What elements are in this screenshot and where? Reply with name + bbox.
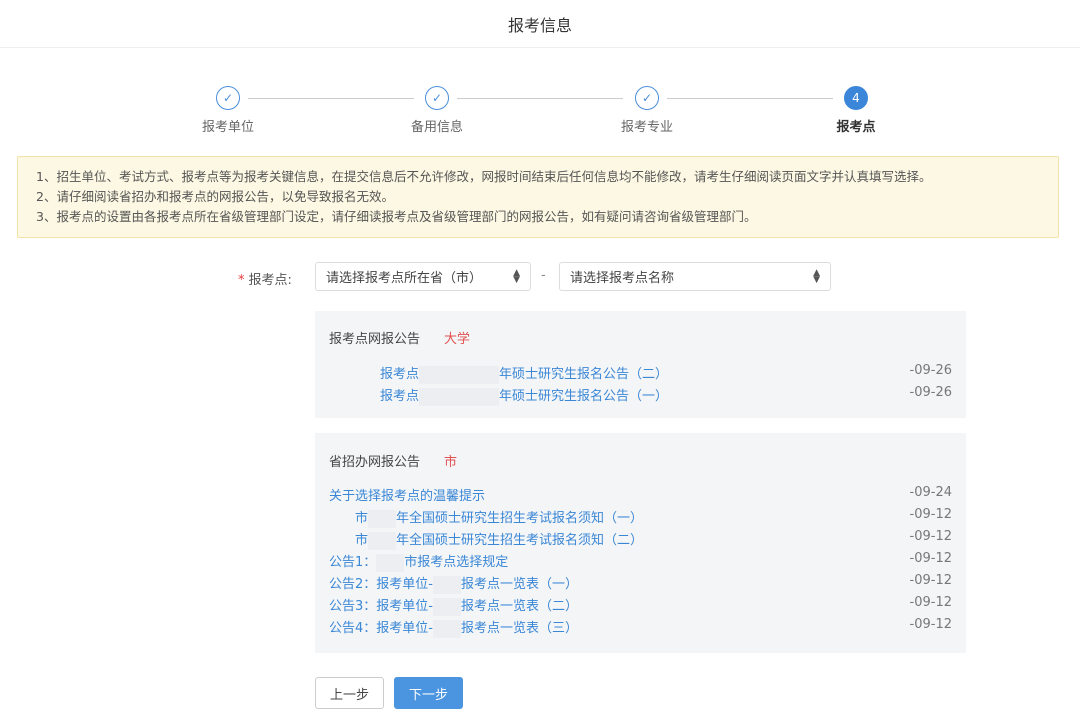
announcement-date: -09-26 <box>909 385 952 400</box>
announcement-date: -09-12 <box>909 617 952 632</box>
announcement-link[interactable]: 公告3：报考单位- 报考点一览表（二） <box>329 595 578 616</box>
announcement-link[interactable]: 公告4：报考单位- 报考点一览表（三） <box>329 617 578 638</box>
list-item: 公告4：报考单位- 报考点一览表（三） -09-12 <box>329 617 952 639</box>
announcement-date: -09-12 <box>909 595 952 610</box>
page-header: 报考信息 <box>0 0 1080 48</box>
announcement-link[interactable]: 市年全国硕士研究生招生考试报名须知（一） <box>355 507 643 528</box>
announcement-link[interactable]: 报考点 年硕士研究生报名公告（一） <box>380 385 668 406</box>
site-label: * 报考点: <box>238 269 292 288</box>
site-panel-highlight: 大学 <box>444 332 471 347</box>
notice-box: 1、招生单位、考试方式、报考点等为报考关键信息，在提交信息后不允许修改，网报时间… <box>17 156 1059 238</box>
check-icon: ✓ <box>216 86 240 110</box>
announcement-link[interactable]: 市年全国硕士研究生招生考试报名须知（二） <box>355 529 643 550</box>
select-separator: - <box>541 268 546 283</box>
province-select[interactable]: 请选择报考点所在省（市） ▲ ▼ <box>315 262 531 291</box>
list-item: 报考点 年硕士研究生报名公告（一） -09-26 <box>329 385 952 407</box>
list-item: 市年全国硕士研究生招生考试报名须知（二） -09-12 <box>329 529 952 551</box>
site-panel-title-text: 报考点网报公告 <box>329 332 421 347</box>
site-announcement-panel: 报考点网报公告 大学 报考点 年硕士研究生报名公告（二） -09-26 报考点 年硕士… <box>315 311 966 418</box>
step-label: 报考点 <box>836 120 876 135</box>
notice-line: 3、报考点的设置由各报考点所在省级管理部门设定，请仔细读报考点及省级管理部门的网… <box>36 209 757 224</box>
step-4: 4 报考点 <box>796 86 916 135</box>
notice-line: 1、招生单位、考试方式、报考点等为报考关键信息，在提交信息后不允许修改，网报时间… <box>36 169 932 184</box>
list-item: 公告1： 市报考点选择规定 -09-12 <box>329 551 952 573</box>
province-announcement-panel: 省招办网报公告 市 关于选择报考点的温馨提示 -09-24 市年全国硕士研究生招生… <box>315 433 966 653</box>
list-item: 报考点 年硕士研究生报名公告（二） -09-26 <box>329 363 952 385</box>
list-item: 公告2：报考单位- 报考点一览表（一） -09-12 <box>329 573 952 595</box>
announcement-link[interactable]: 报考点 年硕士研究生报名公告（二） <box>380 363 668 384</box>
step-number: 4 <box>844 86 868 110</box>
list-item: 公告3：报考单位- 报考点一览表（二） -09-12 <box>329 595 952 617</box>
step-3: ✓ 报考专业 <box>587 86 707 135</box>
site-select-value: 请选择报考点名称 <box>570 271 675 286</box>
list-item: 市年全国硕士研究生招生考试报名须知（一） -09-12 <box>329 507 952 529</box>
site-select[interactable]: 请选择报考点名称 ▲ ▼ <box>559 262 831 291</box>
step-label: 报考单位 <box>201 120 254 135</box>
step-2: ✓ 备用信息 <box>377 86 497 135</box>
step-label: 备用信息 <box>410 120 463 135</box>
list-item: 关于选择报考点的温馨提示 -09-24 <box>329 485 952 507</box>
province-select-value: 请选择报考点所在省（市） <box>326 271 483 286</box>
site-label-text: 报考点: <box>248 273 292 288</box>
notice-line: 2、请仔细阅读省招办和报考点的网报公告，以免导致报名无效。 <box>36 189 394 204</box>
select-arrows-icon: ▲ ▼ <box>513 267 520 285</box>
required-mark: * <box>238 273 245 288</box>
announcement-date: -09-24 <box>909 485 952 500</box>
announcement-date: -09-12 <box>909 507 952 522</box>
announcement-link[interactable]: 公告1： 市报考点选择规定 <box>329 551 508 572</box>
province-panel-highlight: 市 <box>444 455 458 470</box>
step-label: 报考专业 <box>620 120 673 135</box>
announcement-date: -09-26 <box>909 363 952 378</box>
province-panel-title: 省招办网报公告 市 <box>329 451 457 470</box>
check-icon: ✓ <box>635 86 659 110</box>
next-step-button[interactable]: 下一步 <box>394 677 463 709</box>
announcement-link[interactable]: 公告2：报考单位- 报考点一览表（一） <box>329 573 578 594</box>
announcement-date: -09-12 <box>909 573 952 588</box>
announcement-link[interactable]: 关于选择报考点的温馨提示 <box>329 485 485 504</box>
check-icon: ✓ <box>425 86 449 110</box>
province-panel-title-text: 省招办网报公告 <box>329 455 421 470</box>
site-panel-title: 报考点网报公告 大学 <box>329 328 470 347</box>
announcement-date: -09-12 <box>909 551 952 566</box>
prev-step-button[interactable]: 上一步 <box>315 677 384 709</box>
announcement-date: -09-12 <box>909 529 952 544</box>
site-form-row: * 报考点: 请选择报考点所在省（市） ▲ ▼ - 请选择报考点名称 ▲ ▼ <box>0 262 1080 292</box>
page-title: 报考信息 <box>507 15 572 35</box>
step-1: ✓ 报考单位 <box>168 86 288 135</box>
select-arrows-icon: ▲ ▼ <box>813 267 820 285</box>
progress-steps: ✓ 报考单位 ✓ 备用信息 ✓ 报考专业 4 报考点 <box>0 86 1080 136</box>
